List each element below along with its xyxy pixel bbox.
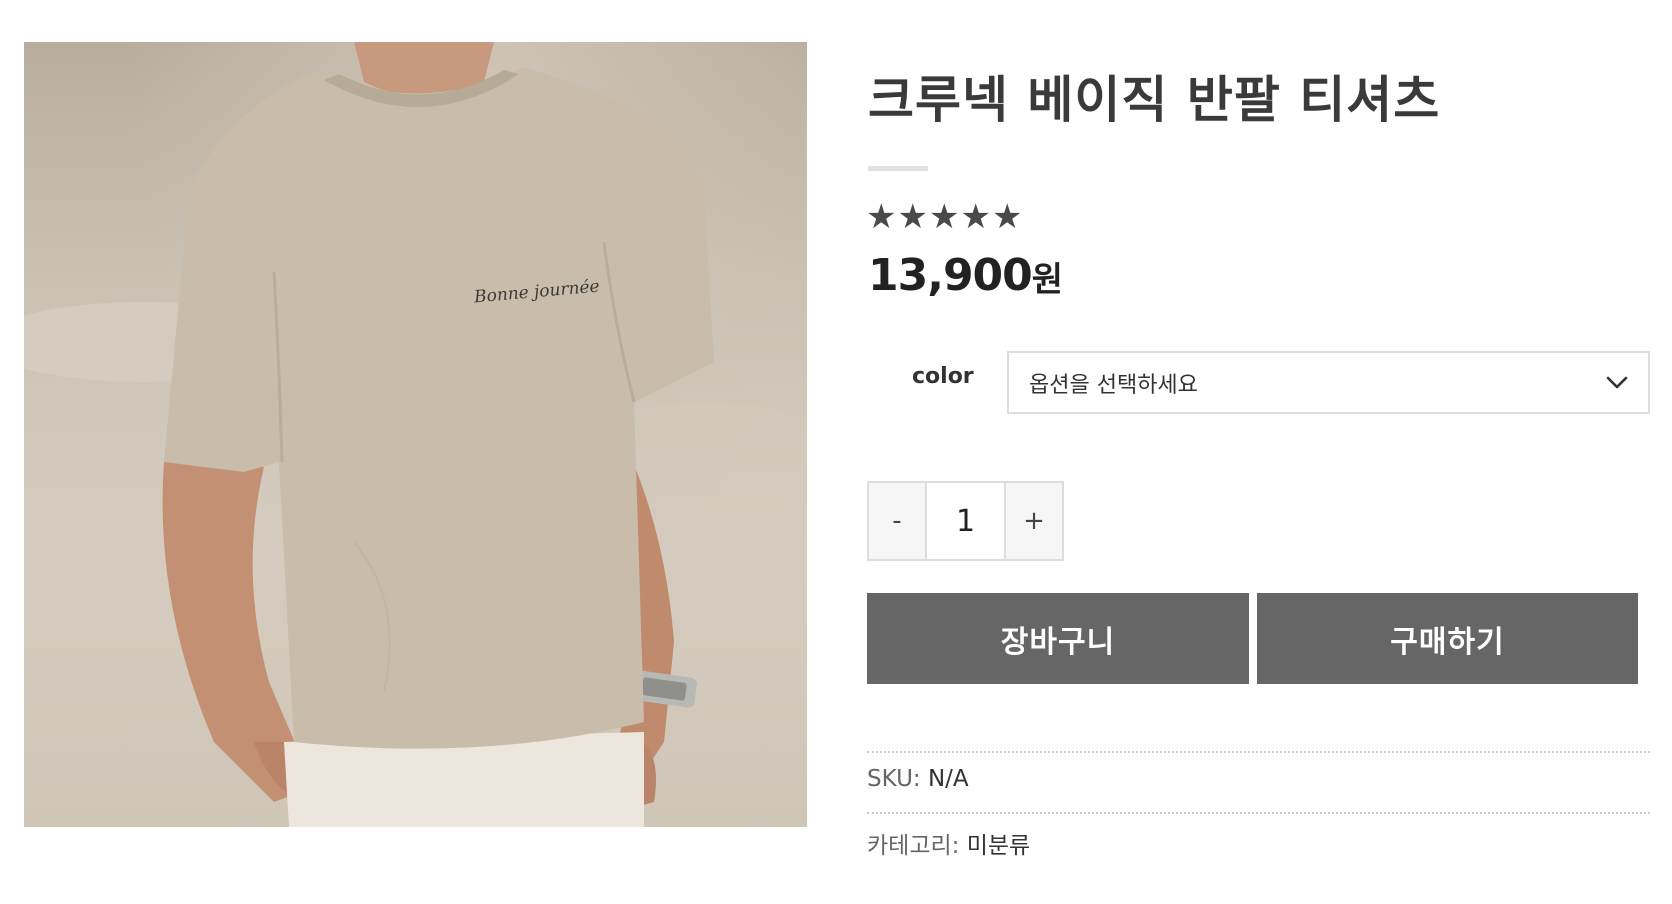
- category-link[interactable]: 미분류: [967, 833, 1030, 859]
- product-title: 크루넥 베이직 반팔 티셔츠: [868, 71, 1441, 129]
- sku-label: SKU:: [867, 766, 921, 792]
- quantity-stepper: - 1 +: [867, 481, 1064, 561]
- product-photo-illustration: [24, 42, 807, 827]
- star-icon: ★: [960, 197, 991, 237]
- quantity-decrease-button[interactable]: -: [869, 483, 925, 559]
- color-option-label: color: [912, 364, 974, 389]
- quantity-input[interactable]: 1: [925, 483, 1006, 559]
- product-page: Bonne journée 크루넥 베이직 반팔 티셔츠 ★ ★ ★ ★ ★ 1…: [0, 0, 1672, 904]
- color-select-value: 옵션을 선택하세요: [1029, 372, 1198, 398]
- title-divider: [868, 166, 928, 171]
- star-icon: ★: [897, 197, 928, 237]
- star-icon: ★: [991, 197, 1023, 237]
- add-to-cart-button[interactable]: 장바구니: [867, 593, 1249, 684]
- quantity-increase-button[interactable]: +: [1006, 483, 1062, 559]
- meta-divider: [867, 812, 1650, 814]
- category-label: 카테고리:: [867, 833, 960, 859]
- sku-row: SKU: N/A: [867, 766, 969, 792]
- product-image[interactable]: Bonne journée: [24, 42, 807, 827]
- meta-divider: [867, 751, 1650, 753]
- price-currency: 원: [1031, 260, 1063, 300]
- rating-stars: ★ ★ ★ ★ ★: [866, 200, 1022, 234]
- product-price: 13,900원: [868, 250, 1063, 301]
- star-icon: ★: [866, 197, 897, 237]
- price-amount: 13,900: [868, 250, 1033, 301]
- buy-now-button[interactable]: 구매하기: [1257, 593, 1638, 684]
- chevron-down-icon: [1606, 376, 1628, 388]
- category-row: 카테고리: 미분류: [867, 826, 1030, 860]
- color-select[interactable]: 옵션을 선택하세요: [1007, 351, 1650, 414]
- sku-value: N/A: [927, 766, 969, 792]
- star-icon: ★: [928, 197, 960, 237]
